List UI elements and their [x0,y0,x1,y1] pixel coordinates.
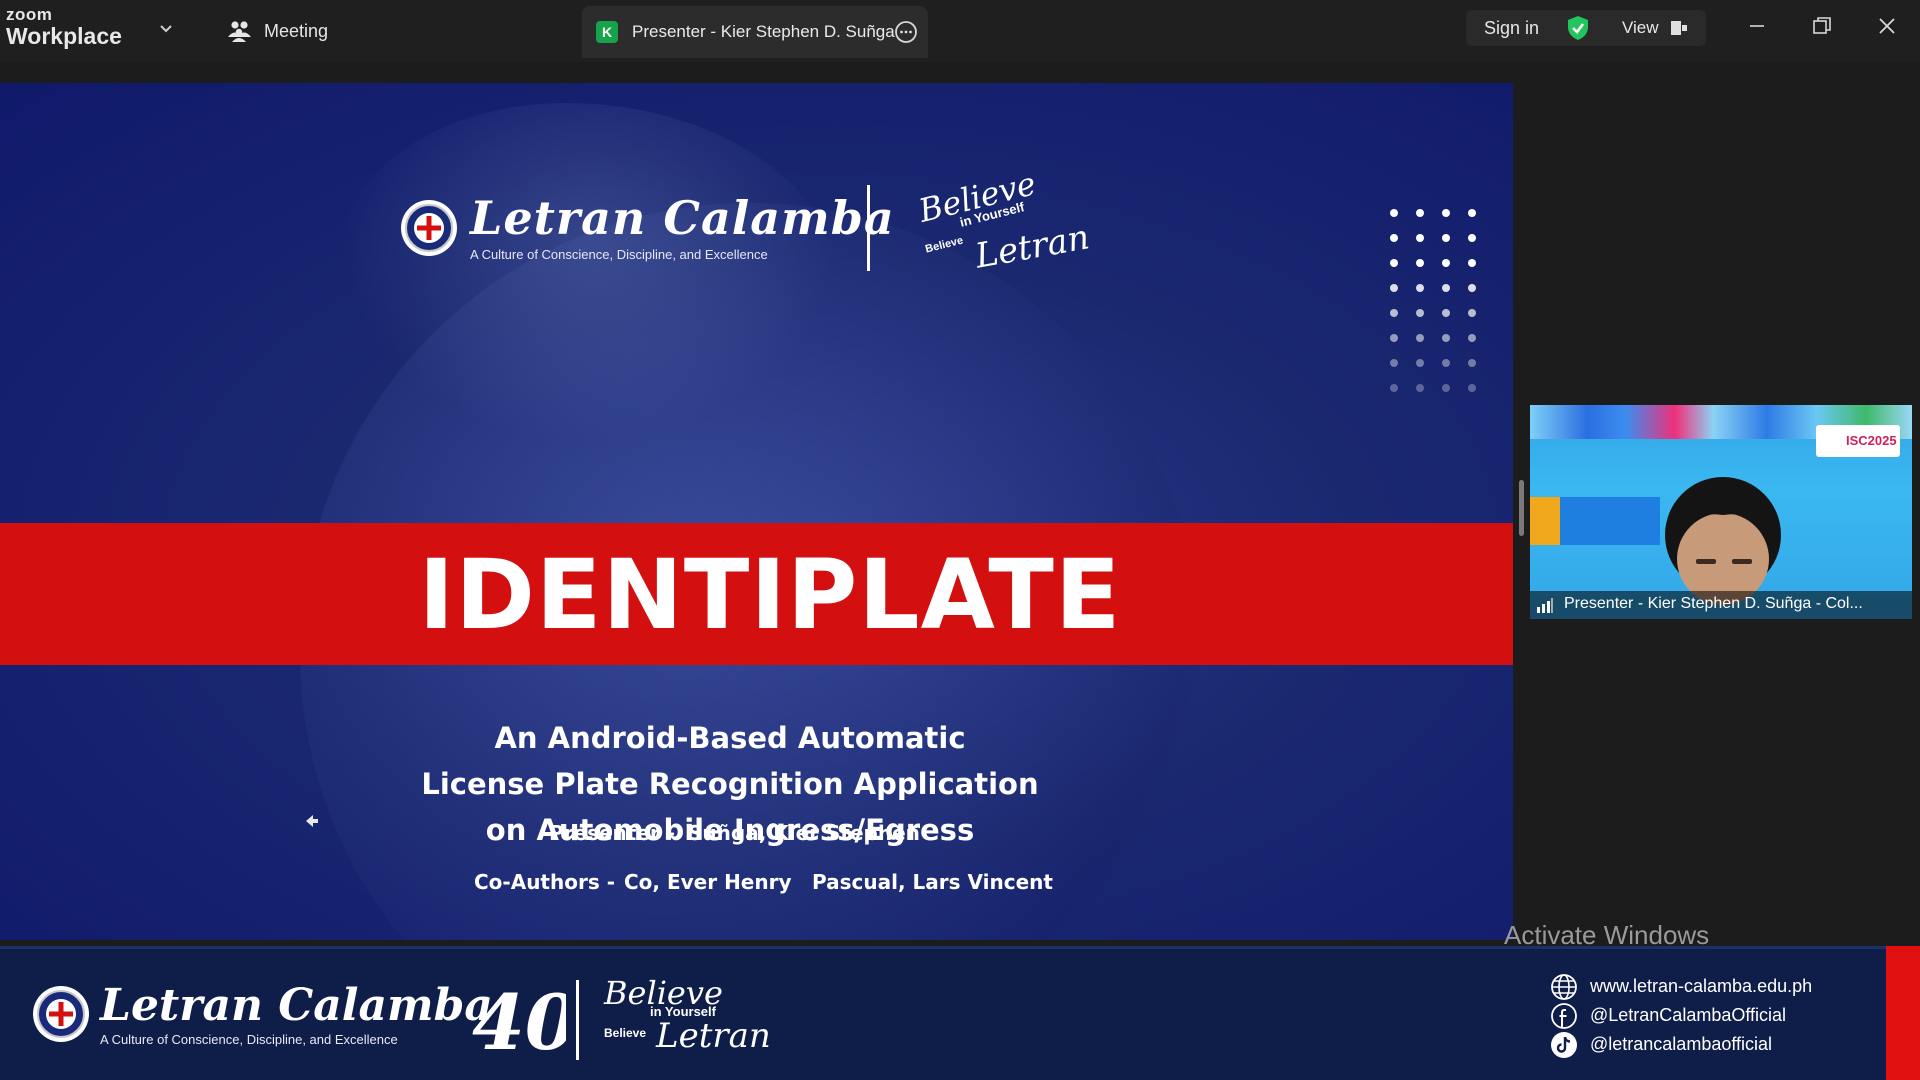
motto-letran: Letran [656,1016,771,1056]
footer-institution-name: Letran Calamba [100,980,493,1031]
facebook-icon [1551,1002,1577,1029]
more-options-icon[interactable] [894,20,918,44]
globe-icon [1551,973,1577,1000]
presenter-name: Suñga, Kier Stephen [688,821,920,845]
participant-name: Presenter - Kier Stephen D. Suñga - Col.… [1564,595,1863,612]
view-button[interactable]: View [1622,18,1659,38]
slide-header: Letran Calamba A Culture of Conscience, … [400,164,1092,285]
institution-name: Letran Calamba [470,191,895,245]
header-divider [867,185,870,271]
motto-believe-small: Believe [924,234,965,256]
meeting-menu[interactable]: Meeting [226,18,328,44]
video-background-block [1560,497,1660,545]
motto-logo: Believe in Yourself Believe Letran [915,164,1092,276]
shield-check-icon[interactable] [1566,15,1590,41]
brand-workplace: Workplace [6,23,122,49]
app-brand[interactable]: zoom Workplace [6,6,122,48]
event-logo: ISC2025 [1816,425,1900,457]
mouse-cursor-icon [306,815,318,827]
shared-screen[interactable]: Letran Calamba A Culture of Conscience, … [0,83,1513,940]
event-logo-text: ISC2025 [1846,433,1897,448]
letran-seal-icon [33,986,89,1042]
motto-letran: Letran [972,217,1093,277]
facebook-handle[interactable]: @LetranCalambaOfficial [1590,1005,1786,1026]
participants-icon [228,21,251,42]
subtitle-line: An Android-Based Automatic [494,721,966,755]
footer-tagline: A Culture of Conscience, Discipline, and… [100,1032,398,1047]
coauthor-name: Pascual, Lars Vincent [812,870,1053,894]
signal-strength-icon [1537,598,1553,613]
minimize-icon[interactable] [1745,14,1769,38]
subtitle-line: License Plate Recognition Application [421,767,1039,801]
website-link[interactable]: www.letran-calamba.edu.ph [1590,976,1812,997]
coauthors-label: Co-Authors - [474,870,616,894]
tiktok-icon [1551,1031,1577,1058]
contact-tiktok: @letrancalambaofficial [1550,1030,1812,1059]
meeting-label: Meeting [264,20,329,41]
brand-zoom: zoom [6,5,53,24]
view-layout-icon[interactable] [1670,19,1688,37]
tab-presenter[interactable]: K Presenter - Kier Stephen D. Suñga [582,6,928,58]
footer-red-accent [1886,946,1920,1080]
close-icon[interactable] [1875,14,1899,38]
footer-divider-line [576,980,579,1060]
title-bar: zoom Workplace Meeting K Presenter - Kie… [0,0,1920,62]
contact-website: www.letran-calamba.edu.ph [1550,972,1812,1001]
letran-seal-icon [401,200,457,256]
footer-divider [0,946,1920,949]
anniversary-number: 400 [472,978,566,1057]
footer-motto-logo: Believe in Yourself Believe Letran [600,974,771,1064]
participant-avatar [1665,477,1781,605]
decorative-dot-grid [1390,209,1476,392]
motto-believe-small: Believe [604,1026,647,1040]
contact-list: www.letran-calamba.edu.ph @LetranCalamba… [1550,972,1812,1059]
chevron-down-icon[interactable] [158,20,174,36]
coauthor-name: Co, Ever Henry [624,870,792,894]
participant-name-bar: Presenter - Kier Stephen D. Suñga - Col.… [1530,591,1912,619]
contact-facebook: @LetranCalambaOfficial [1550,1001,1812,1030]
participant-video-tile[interactable]: ISC2025 Presenter - Kier Stephen D. Suñg… [1530,405,1912,619]
slide-title: IDENTIPLATE [418,539,1122,651]
tab-label: Presenter - Kier Stephen D. Suñga [632,22,895,41]
account-controls: Sign in View [1466,10,1706,46]
anniversary-400-logo: 400 [472,978,566,1057]
restore-icon[interactable] [1810,14,1834,38]
presenter-label: Presenter - [549,821,676,845]
panel-resize-handle[interactable] [1519,480,1524,536]
tiktok-handle[interactable]: @letrancalambaofficial [1590,1034,1772,1055]
video-background-block [1530,497,1560,545]
sign-in-button[interactable]: Sign in [1484,18,1539,39]
institution-tagline: A Culture of Conscience, Discipline, and… [470,247,768,262]
tab-avatar-badge: K [596,21,618,43]
